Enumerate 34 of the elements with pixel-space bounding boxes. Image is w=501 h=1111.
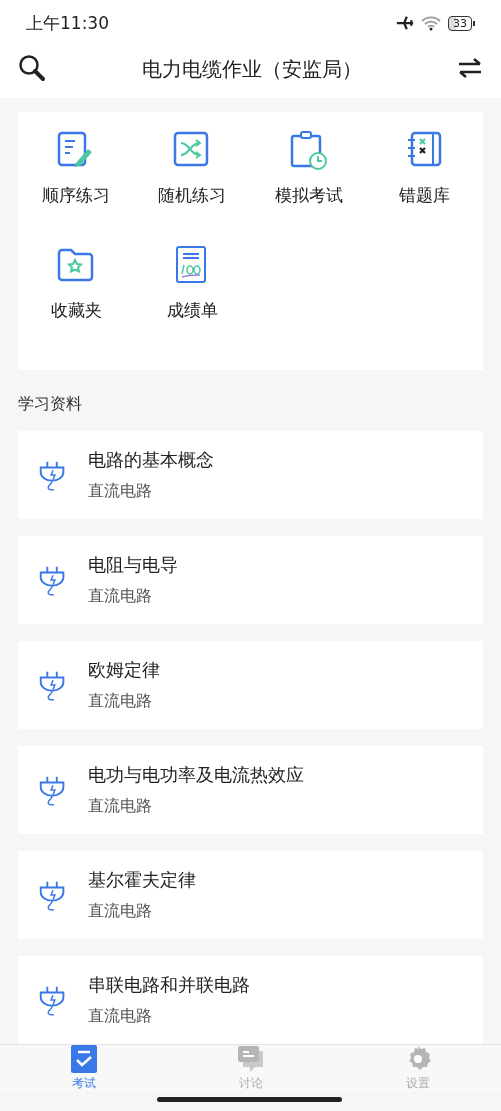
- material-card[interactable]: 欧姆定律 直流电路: [18, 641, 483, 729]
- airplane-icon: [396, 14, 414, 32]
- material-title: 基尔霍夫定律: [88, 868, 196, 892]
- tab-item[interactable]: 考试: [0, 1045, 167, 1092]
- material-subtitle: 直流电路: [88, 1006, 153, 1027]
- menu-item[interactable]: 模拟考试: [250, 130, 367, 245]
- menu-item[interactable]: 顺序练习: [18, 130, 135, 245]
- material-card[interactable]: 串联电路和并联电路 直流电路: [18, 956, 483, 1044]
- menu-item[interactable]: 随机练习: [134, 130, 251, 245]
- page-title: 电力电缆作业（安监局）: [141, 55, 362, 83]
- material-title: 电路的基本概念: [88, 448, 214, 472]
- menu-item[interactable]: 错题库: [366, 130, 483, 245]
- menu-item[interactable]: 成绩单: [134, 245, 251, 360]
- search-icon: [18, 53, 46, 82]
- material-title: 电功与电功率及电流热效应: [88, 763, 304, 787]
- swap-icon: [457, 56, 483, 79]
- material-title: 串联电路和并联电路: [88, 973, 250, 997]
- material-subtitle: 直流电路: [88, 796, 153, 817]
- section-title: 学习资料: [17, 393, 83, 415]
- menu-item[interactable]: 收藏夹: [18, 245, 135, 360]
- material-subtitle: 直流电路: [88, 586, 153, 607]
- material-title: 欧姆定律: [88, 658, 160, 682]
- material-card[interactable]: 电阻与电导 直流电路: [18, 536, 483, 624]
- battery-level: 33: [448, 15, 472, 31]
- material-card[interactable]: 电路的基本概念 直流电路: [18, 431, 483, 519]
- wifi-icon: [420, 15, 442, 31]
- material-card[interactable]: 电功与电功率及电流热效应 直流电路: [18, 746, 483, 834]
- material-title: 电阻与电导: [88, 553, 178, 577]
- material-subtitle: 直流电路: [88, 901, 153, 922]
- clipboard-icon: [288, 130, 329, 170]
- material-subtitle: 直流电路: [88, 691, 153, 712]
- material-card[interactable]: 基尔霍夫定律 直流电路: [18, 851, 483, 939]
- status-time: 上午11:30: [26, 11, 109, 35]
- material-subtitle: 直流电路: [88, 481, 153, 502]
